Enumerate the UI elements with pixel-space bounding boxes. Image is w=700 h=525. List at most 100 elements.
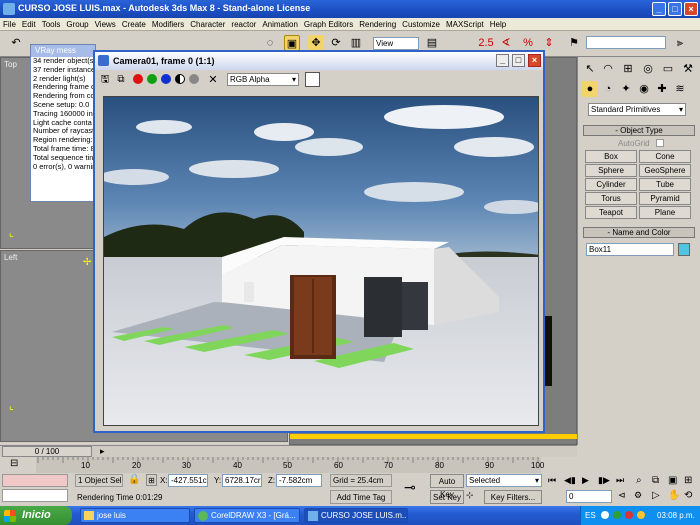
category-dropdown[interactable]: Standard Primitives ▾ <box>588 103 686 116</box>
snap-icon[interactable]: 2.5 <box>478 35 494 51</box>
minimize-button[interactable]: _ <box>652 2 666 16</box>
menu-views[interactable]: Views <box>92 18 119 31</box>
scale-icon[interactable]: ▥ <box>348 35 364 51</box>
keyframe-icon[interactable]: ⊹ <box>466 490 474 501</box>
time-slider-thumb[interactable]: 0 / 100 <box>2 446 92 457</box>
close-button[interactable]: × <box>684 2 698 16</box>
zoom-all-icon[interactable]: ⧉ <box>652 475 659 486</box>
percent-snap-icon[interactable]: % <box>520 35 536 51</box>
color-swatch[interactable] <box>305 72 320 87</box>
teapot-button[interactable]: Teapot <box>585 206 637 219</box>
menu-tools[interactable]: Tools <box>39 18 64 31</box>
tube-button[interactable]: Tube <box>639 178 691 191</box>
tray-icon[interactable] <box>637 511 645 519</box>
undo-icon[interactable]: ↶ <box>8 35 24 51</box>
object-type-rollout-header[interactable]: - Object Type <box>583 125 695 136</box>
name-color-rollout-header[interactable]: - Name and Color <box>583 227 695 238</box>
display-tab-icon[interactable]: ▭ <box>660 61 676 77</box>
select-region-icon[interactable]: ◌ <box>262 35 278 51</box>
rotate-icon[interactable]: ⟳ <box>328 35 344 51</box>
language-indicator[interactable]: ES <box>585 506 596 525</box>
space-warps-icon[interactable]: ≋ <box>672 81 688 97</box>
torus-button[interactable]: Torus <box>585 192 637 205</box>
menu-customize[interactable]: Customize <box>399 18 443 31</box>
cameras-icon[interactable]: ◉ <box>636 81 652 97</box>
monochrome-icon[interactable] <box>189 74 199 84</box>
hierarchy-tab-icon[interactable]: ⊞ <box>620 61 636 77</box>
maxscript-listener[interactable] <box>2 474 68 487</box>
key-filters-button[interactable]: Key Filters... <box>484 490 542 504</box>
utilities-tab-icon[interactable]: ⚒ <box>680 61 696 77</box>
current-frame-input[interactable]: 0 <box>566 490 612 503</box>
tray-icon[interactable] <box>625 511 633 519</box>
helpers-icon[interactable]: ✚ <box>654 81 670 97</box>
spinner-snap-icon[interactable]: ⇕ <box>541 35 557 51</box>
lock-icon[interactable]: 🔒 <box>128 474 140 485</box>
track-bar[interactable]: 10 20 30 40 50 60 70 80 90 100 <box>36 457 544 473</box>
menu-create[interactable]: Create <box>119 18 149 31</box>
z-coordinate-input[interactable]: -7.582cm <box>276 474 322 487</box>
angle-snap-icon[interactable]: ∢ <box>498 35 514 51</box>
fb-maximize-button[interactable]: □ <box>512 54 525 67</box>
goto-start-icon[interactable]: ⏮ <box>548 475 556 486</box>
vray-messages-window[interactable]: VRay mess 34 render object(s 37 render i… <box>30 44 96 202</box>
menu-file[interactable]: File <box>0 18 19 31</box>
maximize-button[interactable]: □ <box>668 2 682 16</box>
start-button[interactable]: Inicio <box>0 506 72 525</box>
key-mode-toggle-icon[interactable]: ⊲ <box>618 490 626 501</box>
next-frame-icon[interactable]: ▮▶ <box>598 475 610 486</box>
key-mode-dropdown[interactable]: Selected ▾ <box>466 474 542 487</box>
modify-tab-icon[interactable]: ◠ <box>600 61 616 77</box>
blue-channel-icon[interactable] <box>161 74 171 84</box>
move-icon[interactable]: ✥ <box>308 35 324 51</box>
lights-icon[interactable]: ✦ <box>618 81 634 97</box>
menu-help[interactable]: Help <box>487 18 509 31</box>
cone-button[interactable]: Cone <box>639 150 691 163</box>
taskbar-item-3dsmax[interactable]: CURSO JOSE LUIS.m... <box>304 508 408 523</box>
cylinder-button[interactable]: Cylinder <box>585 178 637 191</box>
clear-icon[interactable]: ✕ <box>205 72 221 88</box>
viewport-left-label[interactable]: Left <box>4 253 17 262</box>
tray-icon[interactable] <box>613 511 621 519</box>
window-crossing-icon[interactable]: ▣ <box>284 35 300 51</box>
zoom-extents-icon[interactable]: ▣ <box>668 475 677 486</box>
menu-animation[interactable]: Animation <box>259 18 301 31</box>
reference-coordinate-dropdown[interactable]: View <box>373 37 419 50</box>
maxscript-input[interactable] <box>2 489 68 502</box>
object-color-swatch[interactable] <box>678 243 690 256</box>
taskbar-item-coreldraw[interactable]: CorelDRAW X3 - [Grá... <box>194 508 300 523</box>
pyramid-button[interactable]: Pyramid <box>639 192 691 205</box>
menu-graph-editors[interactable]: Graph Editors <box>301 18 356 31</box>
previous-frame-icon[interactable]: ◀▮ <box>564 475 576 486</box>
channel-dropdown[interactable]: RGB Alpha ▾ <box>227 73 299 86</box>
green-channel-icon[interactable] <box>147 74 157 84</box>
geosphere-button[interactable]: GeoSphere <box>639 164 691 177</box>
track-bar-toggle[interactable]: ⊟ <box>0 457 36 473</box>
menu-edit[interactable]: Edit <box>19 18 39 31</box>
goto-end-icon[interactable]: ⏭ <box>616 475 624 486</box>
menu-rendering[interactable]: Rendering <box>356 18 399 31</box>
trackbar-icon[interactable]: ⊟ <box>10 458 18 469</box>
object-name-input[interactable]: Box11 <box>586 243 674 256</box>
y-coordinate-input[interactable]: 6728.17cr <box>222 474 262 487</box>
clone-window-icon[interactable]: ⧉ <box>113 72 129 88</box>
taskbar-item-jose-luis[interactable]: jose luis <box>80 508 190 523</box>
named-selection-dropdown[interactable] <box>586 36 666 49</box>
x-coordinate-input[interactable]: -427.551cr <box>168 474 208 487</box>
set-key-button[interactable]: Set Key <box>430 490 464 504</box>
frame-buffer-window[interactable]: Camera01, frame 0 (1:1) _ □ × 🖫 ⧉ ✕ RGB … <box>93 50 545 433</box>
red-channel-icon[interactable] <box>133 74 143 84</box>
box-button[interactable]: Box <box>585 150 637 163</box>
time-config-icon[interactable]: ⚙ <box>634 490 642 501</box>
mirror-icon[interactable]: ⫸ <box>672 35 688 51</box>
menu-character[interactable]: Character <box>187 18 228 31</box>
named-selection-icon[interactable]: ⚑ <box>566 35 582 51</box>
geometry-icon[interactable]: ● <box>582 81 598 97</box>
menu-maxscript[interactable]: MAXScript <box>443 18 487 31</box>
motion-tab-icon[interactable]: ◎ <box>640 61 656 77</box>
pivot-icon[interactable]: ▤ <box>424 35 440 51</box>
auto-key-button[interactable]: Auto Key <box>430 474 464 499</box>
fb-close-button[interactable]: × <box>528 54 541 67</box>
autogrid-checkbox[interactable] <box>656 139 664 147</box>
shapes-icon[interactable]: ◔ <box>600 81 616 97</box>
